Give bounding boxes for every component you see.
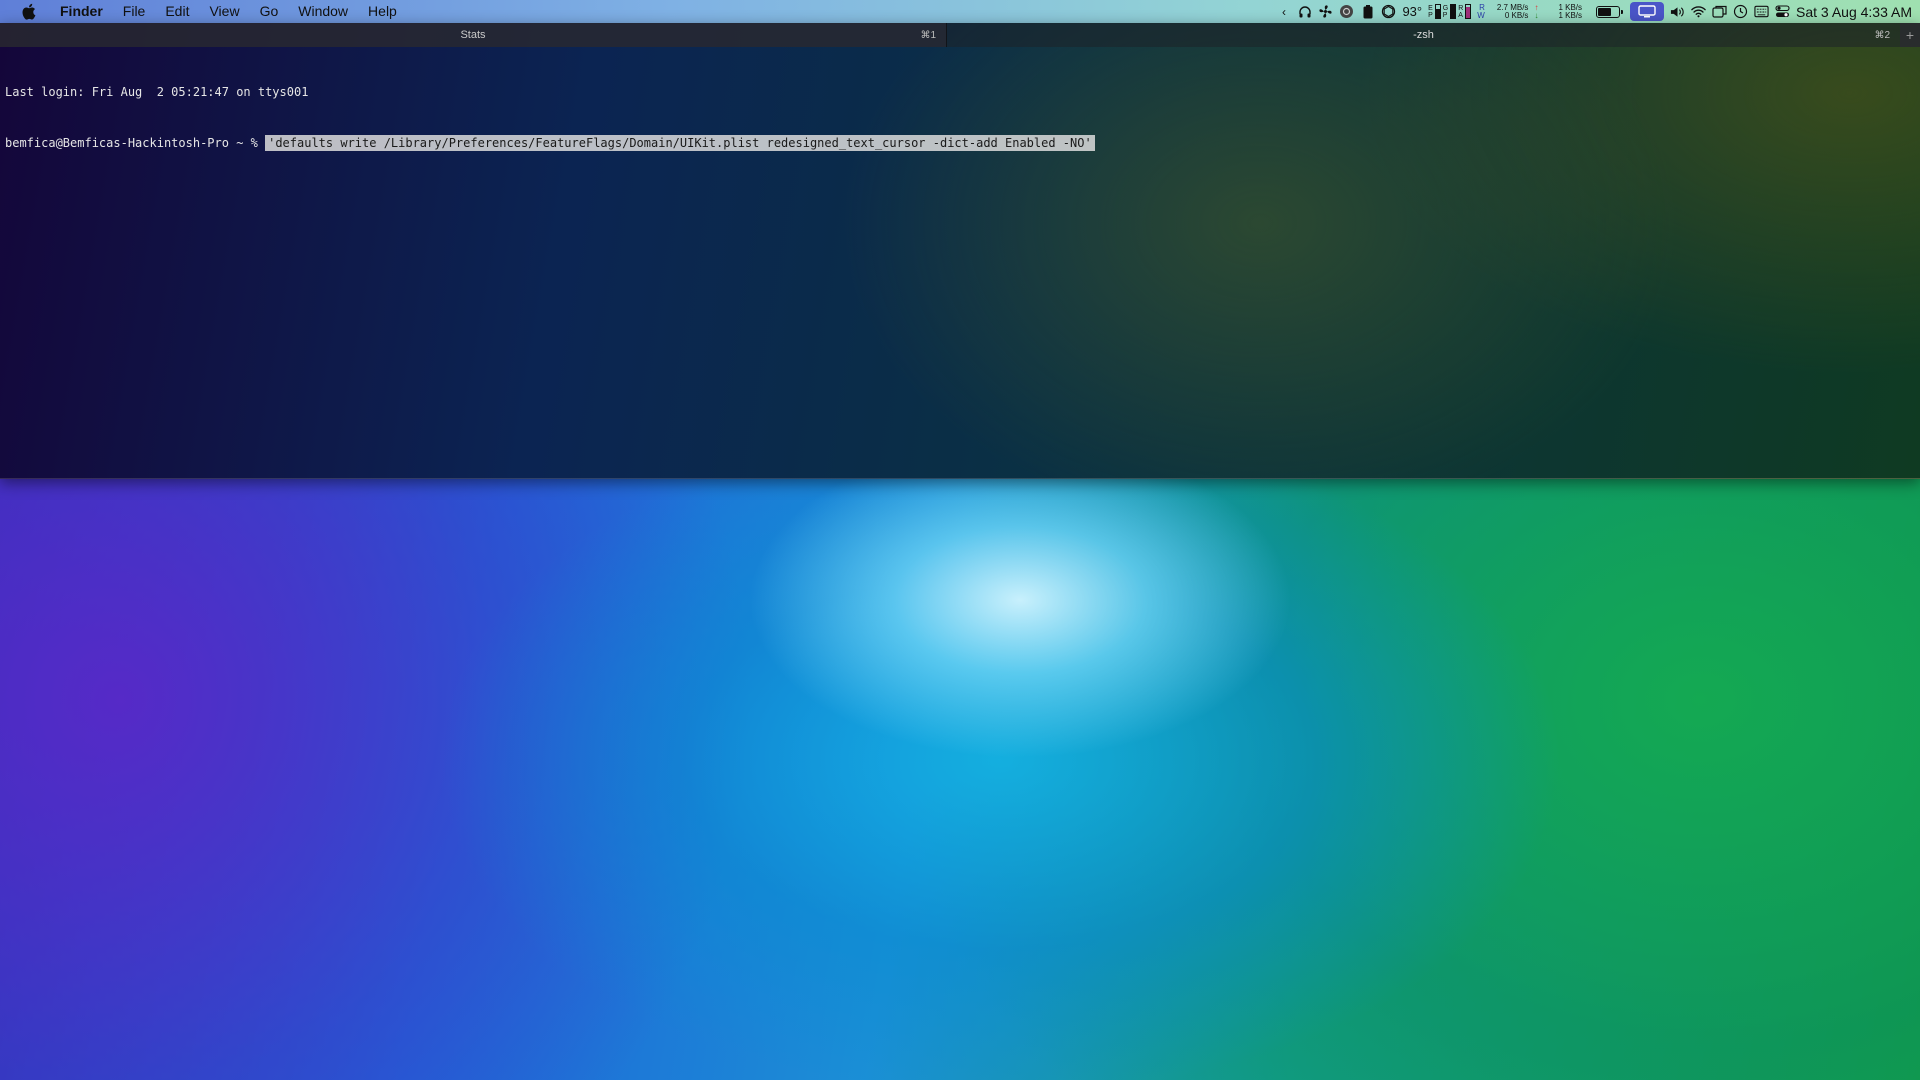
desktop-wallpaper: Finder File Edit View Go Window Help ‹ 9… [0, 0, 1920, 1080]
control-center-icon[interactable] [1775, 4, 1790, 19]
window-icon[interactable] [1712, 4, 1727, 19]
chatgpt-icon[interactable] [1381, 4, 1396, 19]
terminal-output[interactable]: Last login: Fri Aug 2 05:21:47 on ttys00… [5, 50, 1095, 186]
tab-stats-title: Stats [460, 29, 486, 41]
tab-stats[interactable]: Stats ⌘1 [0, 23, 947, 47]
menu-bar-left: Finder File Edit View Go Window Help [0, 0, 407, 23]
tab-zsh[interactable]: -zsh ⌘2 [947, 23, 1900, 47]
gpu-bar-1 [1450, 4, 1457, 19]
battery-small-icon[interactable] [1360, 4, 1375, 19]
fan-icon[interactable] [1318, 4, 1333, 19]
chevron-left-icon[interactable]: ‹ [1276, 4, 1291, 19]
temperature-readout[interactable]: 93° [1402, 4, 1422, 19]
tab-zsh-title: -zsh [1413, 29, 1434, 41]
tab-stats-shortcut: ⌘1 [920, 29, 936, 41]
network-down: 0 KB/s [1504, 10, 1529, 20]
display-icon[interactable] [1630, 2, 1665, 21]
menu-edit[interactable]: Edit [155, 0, 199, 23]
battery-icon[interactable] [1596, 5, 1624, 18]
volume-icon[interactable] [1670, 4, 1685, 19]
new-tab-button[interactable]: + [1900, 23, 1920, 47]
menu-bar-status-area: ‹ 93° EP GP RA R W 2.7 MB/s 0 KB/s ↑ ↓ 1… [1276, 0, 1920, 23]
keyboard-icon[interactable] [1754, 4, 1769, 19]
apple-icon[interactable] [20, 3, 36, 20]
headphones-icon[interactable] [1297, 4, 1312, 19]
gpu-bars-label: GP [1442, 4, 1449, 19]
time-machine-icon[interactable] [1733, 4, 1748, 19]
menu-go[interactable]: Go [250, 0, 289, 23]
menu-app-finder[interactable]: Finder [50, 0, 113, 23]
login-line: Last login: Fri Aug 2 05:21:47 on ttys00… [5, 85, 309, 99]
network-speed[interactable]: 2.7 MB/s 0 KB/s [1497, 3, 1529, 20]
ram-bar-1 [1465, 4, 1472, 19]
disk-speed[interactable]: 1 KB/s 1 KB/s [1558, 3, 1583, 20]
menu-bar: Finder File Edit View Go Window Help ‹ 9… [0, 0, 1920, 23]
terminal-tab-bar: Stats ⌘1 -zsh ⌘2 + [0, 23, 1920, 47]
menu-bar-clock[interactable]: Sat 3 Aug 4:33 AM [1796, 4, 1912, 20]
cpu-bars-icon[interactable]: EP GP RA [1428, 4, 1472, 19]
cpu-bar-1 [1434, 4, 1441, 19]
menu-file[interactable]: File [113, 0, 156, 23]
prompt-line: bemfica@Bemficas-Hackintosh-Pro ~ % 'def… [5, 135, 1095, 152]
menu-view[interactable]: View [199, 0, 249, 23]
tab-zsh-shortcut: ⌘2 [1874, 29, 1890, 41]
selected-command[interactable]: 'defaults write /Library/Preferences/Fea… [265, 135, 1095, 151]
cpu-bars-label: EP [1428, 4, 1433, 19]
gpu-icon[interactable] [1339, 4, 1354, 19]
memory-rw-labels[interactable]: R W [1477, 3, 1485, 20]
ram-bars-label: RA [1458, 4, 1464, 19]
network-arrows-icon: ↑ ↓ [1534, 2, 1539, 20]
menu-window[interactable]: Window [288, 0, 358, 23]
wifi-icon[interactable] [1691, 4, 1706, 19]
shell-prompt: bemfica@Bemficas-Hackintosh-Pro ~ % [5, 136, 266, 150]
disk-write: 1 KB/s [1558, 10, 1583, 20]
terminal-window[interactable]: Stats ⌘1 -zsh ⌘2 + Last login: Fri Aug 2… [0, 23, 1920, 479]
menu-help[interactable]: Help [358, 0, 407, 23]
